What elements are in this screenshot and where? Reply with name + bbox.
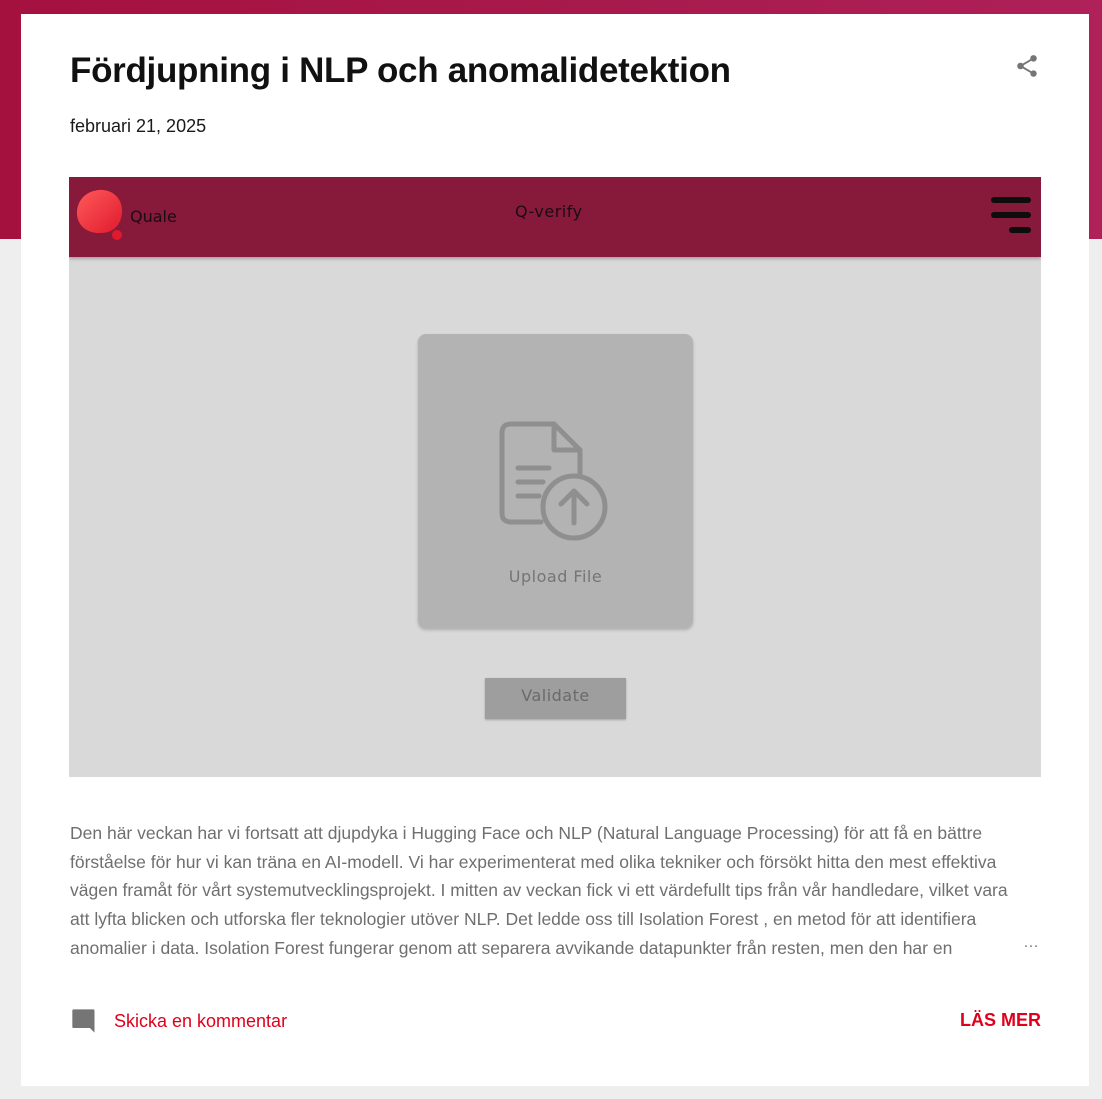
quale-logo-icon: [76, 189, 123, 240]
post-date: februari 21, 2025: [70, 116, 207, 136]
validate-button: Validate: [485, 678, 626, 719]
upload-file-label: Upload File: [508, 567, 603, 586]
post-excerpt: Den här veckan har vi fortsatt att djupd…: [70, 819, 1045, 963]
excerpt-line: vägen framåt för vårt systemutvecklingsp…: [70, 880, 1008, 901]
upload-file-card: Upload File: [418, 334, 693, 628]
excerpt-ellipsis: …: [1023, 934, 1040, 951]
comment-icon: [72, 1009, 95, 1033]
featured-image[interactable]: Quale Q-verify Upload File Validate: [69, 177, 1041, 777]
share-icon: [1017, 55, 1037, 77]
excerpt-line: förståelse för hur vi kan träna en AI-mo…: [70, 851, 997, 872]
read-more-link[interactable]: LÄS MER: [960, 1010, 1041, 1031]
post-card: Fördjupning i NLP och anomalidetektion f…: [21, 14, 1089, 1086]
excerpt-line: att lyfta blicken och utforska fler tekn…: [70, 909, 977, 930]
hamburger-menu-icon: [987, 197, 1031, 235]
comment-link[interactable]: Skicka en kommentar: [70, 1007, 287, 1035]
app-title: Q-verify: [515, 202, 583, 221]
app-navbar: Quale Q-verify: [69, 177, 1041, 257]
app-logo-text: Quale: [130, 207, 177, 226]
post-title[interactable]: Fördjupning i NLP och anomalidetektion: [70, 49, 731, 93]
share-button[interactable]: [1011, 50, 1043, 82]
file-upload-icon: [499, 421, 608, 541]
comment-link-label[interactable]: Skicka en kommentar: [114, 1011, 287, 1032]
excerpt-line: anomalier i data. Isolation Forest funge…: [70, 937, 953, 958]
excerpt-line: Den här veckan har vi fortsatt att djupd…: [70, 823, 983, 843]
